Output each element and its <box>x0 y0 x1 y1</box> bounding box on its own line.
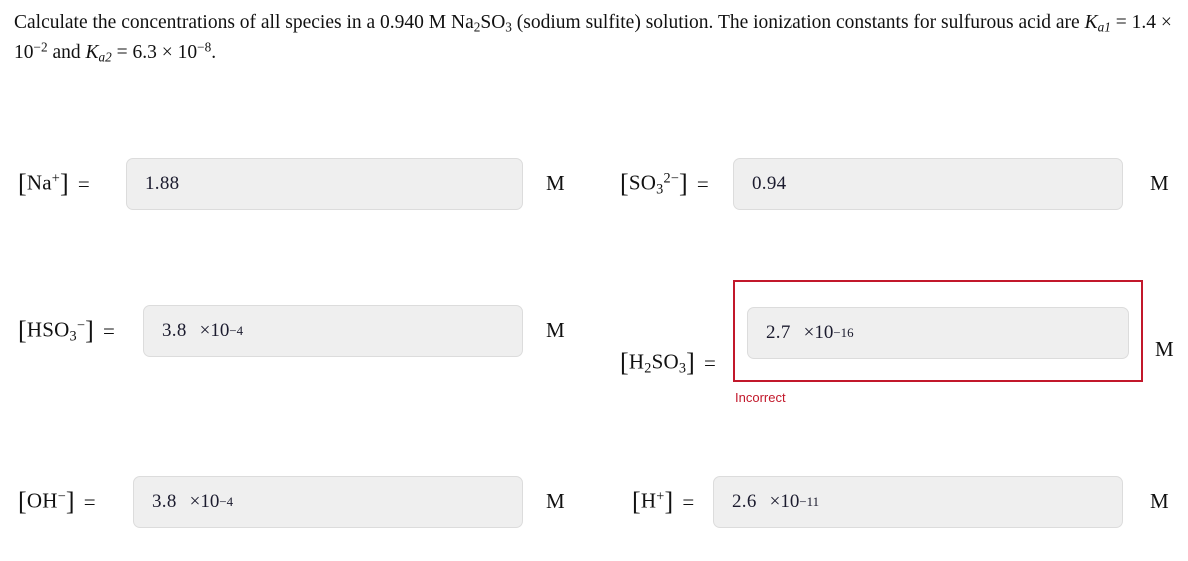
unit-na: M <box>546 171 565 195</box>
label-oh-concentration: [OH−] <box>18 487 75 516</box>
unit-so3: M <box>1150 171 1169 195</box>
unit-oh: M <box>546 489 565 513</box>
field-group-h: [H+] = <box>632 476 703 528</box>
input-h-concentration[interactable]: 2.6 ×10 −11 <box>713 476 1123 528</box>
input-h-value: 2.6 <box>732 491 757 512</box>
problem-line-1: Calculate the concentrations of all spec… <box>14 12 1014 35</box>
input-so3-concentration[interactable]: 0.94 <box>733 158 1123 210</box>
equals-sign: = <box>77 171 90 196</box>
times-ten: ×10 <box>189 491 220 512</box>
input-h2so3-concentration[interactable]: 2.7 ×10 −16 <box>747 307 1129 359</box>
input-na-value: 1.88 <box>145 173 180 194</box>
unit-hso3: M <box>546 318 565 342</box>
input-oh-value: 3.8 <box>152 491 177 512</box>
field-group-so3: [SO32−] = <box>620 158 718 210</box>
equals-sign: = <box>83 489 96 514</box>
equals-sign: = <box>682 489 695 514</box>
times-ten: ×10 <box>769 491 800 512</box>
label-h-concentration: [H+] <box>632 487 674 516</box>
unit-h2so3: M <box>1155 337 1174 361</box>
label-hso3-concentration: [HSO3−] <box>18 316 94 345</box>
ka2-symbol: K <box>85 42 99 63</box>
equals-sign: = <box>696 171 709 196</box>
field-group-hso3: [HSO3−] = <box>18 305 124 357</box>
times-ten: ×10 <box>199 320 230 341</box>
times-ten: ×10 <box>803 322 834 343</box>
label-so3-concentration: [SO32−] <box>620 169 688 198</box>
input-h2so3-value: 2.7 <box>766 322 791 343</box>
input-hso3-concentration[interactable]: 3.8 ×10 −4 <box>143 305 523 357</box>
label-h2so3-concentration: [H2SO3] <box>620 348 696 377</box>
input-na-concentration[interactable]: 1.88 <box>126 158 523 210</box>
ka1-symbol: K <box>1084 12 1098 33</box>
unit-h: M <box>1150 489 1169 513</box>
input-oh-concentration[interactable]: 3.8 ×10 −4 <box>133 476 523 528</box>
equals-sign: = <box>704 350 716 375</box>
input-hso3-value: 3.8 <box>162 320 187 341</box>
status-badge-incorrect: Incorrect <box>735 390 786 405</box>
input-so3-value: 0.94 <box>752 173 787 194</box>
label-na-concentration: [Na+] <box>18 169 69 198</box>
incorrect-answer-wrapper: 2.7 ×10 −16 <box>733 280 1143 382</box>
equals-sign: = <box>102 318 115 343</box>
field-group-h2so3: [H2SO3] = <box>620 337 725 389</box>
field-group-oh: [OH−] = <box>18 476 105 528</box>
field-group-na: [Na+] = <box>18 158 99 210</box>
problem-statement: Calculate the concentrations of all spec… <box>14 8 1180 68</box>
